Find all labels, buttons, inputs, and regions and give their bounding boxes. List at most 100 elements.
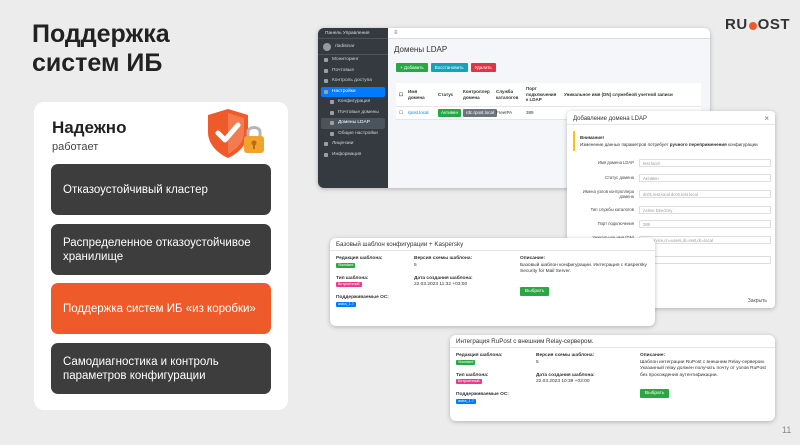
row-checkbox[interactable]: ☐ [396, 110, 405, 116]
sidebar-item-label: Мониторинг [332, 57, 359, 62]
desc-value: Шаблон интеграции RuPost с внешним Relay… [640, 359, 766, 378]
sidebar: Панель Управления rladisinar Мониторинг П… [318, 28, 388, 188]
desc-label: Описание: [520, 256, 546, 261]
sidebar-item[interactable]: Почтовые [318, 66, 388, 77]
cell-controller: rdc.rpost.local [460, 109, 498, 117]
edition-label: Редакция шаблона: [456, 353, 503, 358]
os-badge: astra_1.7 [336, 301, 356, 307]
app-title: Панель Управления [318, 28, 388, 39]
topbar: ≡ [388, 28, 710, 39]
warning-text-b: конфигурации [726, 142, 758, 147]
add-button[interactable]: + Добавить [396, 63, 428, 72]
select-button[interactable]: Выбрать [640, 389, 670, 398]
template-mid-col: Версия схемы шаблона: 5 Дата создания ша… [536, 353, 631, 386]
template-card-kaspersky: Базовый шаблон конфигурации + Kaspersky … [330, 238, 655, 326]
edition-label: Редакция шаблона: [336, 256, 383, 261]
nav-item-icon [324, 68, 328, 73]
slide: Поддержка систем ИБ RU OST Надежно работа… [0, 0, 800, 445]
sidebar-item[interactable]: Почтовые домены [318, 108, 388, 119]
sidebar-item[interactable]: Общие настройки [318, 129, 388, 140]
nav-item-icon [330, 100, 334, 105]
cell-directory-service: FreeIPA [496, 110, 513, 116]
sidebar-item-label: Почтовые домены [338, 109, 379, 115]
os-label: Поддерживаемые ОС: [456, 392, 509, 397]
field-domain-name: Имя домена LDAP test.local [573, 157, 771, 168]
toolbar: + Добавить Восстановить Удалить [396, 63, 710, 72]
port-input[interactable]: 389 [639, 219, 771, 228]
select-all-checkbox[interactable]: ☐ [396, 92, 405, 98]
sidebar-item-label: Конфигурация [338, 99, 371, 104]
cell-domain-name[interactable]: rpost.local [405, 110, 435, 116]
sidebar-item[interactable]: Информация [318, 150, 388, 161]
col-directory-service: Служба каталогов [496, 89, 519, 100]
nav-item-icon [324, 142, 328, 147]
menu-icon[interactable]: ≡ [394, 30, 398, 36]
field-controllers: Имена узлов контроллера домена dc01.test… [573, 188, 771, 199]
select-button[interactable]: Выбрать [520, 287, 550, 296]
created-label: Дата создания шаблона: [536, 372, 595, 378]
type-badge: Встроенный [456, 379, 482, 384]
delete-button[interactable]: Удалить [470, 63, 496, 72]
edition-badge: Standard [456, 359, 476, 365]
type-badge: Встроенный [336, 282, 362, 287]
sidebar-item[interactable]: Конфигурация [318, 97, 388, 108]
feature-self-diagnostics: Самодиагностика и контроль параметров ко… [51, 343, 271, 394]
logo-right: OST [757, 16, 791, 33]
sidebar-item-label: Настройки [332, 88, 356, 94]
desc-value: Базовый шаблон конфигурации. Интеграция … [520, 262, 647, 275]
version-label: Версия схемы шаблона: [414, 256, 473, 261]
sidebar-item[interactable]: Настройки [321, 86, 385, 97]
page-title: Домены LDAP [394, 45, 448, 54]
controller-badge: rdc.rpost.local [463, 109, 498, 117]
close-button[interactable]: Закрыть [748, 298, 767, 304]
card-subtitle: работает [52, 141, 99, 153]
sidebar-item-label: Контроль доступа [332, 78, 372, 83]
restore-button[interactable]: Восстановить [430, 63, 468, 72]
created-label: Дата создания шаблона: [414, 275, 473, 281]
controllers-input[interactable]: dc01.test.local dc02.test.local [639, 189, 771, 198]
created-value: 22.03.2023 11:32 +03:00 [414, 282, 468, 287]
logo-left: RU [725, 16, 748, 33]
feature-cluster: Отказоустойчивый кластер [51, 164, 271, 215]
nav-item-icon [324, 152, 328, 157]
field-label: Статус домена [604, 175, 634, 180]
domain-status-select[interactable]: Активен [639, 173, 771, 182]
feature-storage: Распределенное отказоустойчивое хранилищ… [51, 224, 271, 275]
template-title: Базовый шаблон конфигурации + Kaspersky [330, 238, 655, 251]
os-label: Поддерживаемые ОС: [336, 295, 389, 300]
sidebar-item-label: Почтовые [332, 67, 354, 73]
sidebar-item-label: Информация [332, 151, 362, 157]
field-label: Порт подключения [597, 221, 634, 226]
col-domain-name: Имя домена [408, 89, 425, 100]
created-value: 22.03.2023 10:39 +03:00 [536, 379, 590, 384]
sidebar-item[interactable]: Контроль доступа [318, 76, 388, 87]
nav-item-icon [324, 89, 328, 94]
version-label: Версия схемы шаблона: [536, 353, 595, 358]
user-block[interactable]: rladisinar [318, 39, 388, 55]
card-title: Надежно [52, 118, 127, 137]
service-dn-input[interactable]: cn=service,cn=users,dc=test,dc=local [639, 235, 771, 244]
close-icon[interactable]: × [764, 114, 769, 123]
domain-name-input[interactable]: test.local [639, 158, 771, 167]
page-number: 11 [782, 425, 792, 435]
password-input[interactable] [639, 255, 771, 264]
type-label: Тип шаблона: [336, 275, 369, 281]
cell-ldap-port: 389 [526, 110, 534, 116]
nav-item-icon [330, 121, 334, 126]
field-label: Тип службы каталогов [590, 207, 634, 212]
user-name: rladisinar [335, 44, 355, 49]
template-right-col: Описание: Базовый шаблон конфигурации. И… [520, 256, 648, 276]
template-title: Интеграция RuPost с внешним Relay-сервер… [450, 335, 775, 348]
template-right-col: Описание: Шаблон интеграции RuPost с вне… [640, 353, 768, 379]
warning-text-a: Изменение данных параметров потребует [580, 142, 670, 147]
field-port: Порт подключения 389 [573, 218, 771, 229]
directory-type-select[interactable]: Active Directory [639, 205, 771, 214]
table-header: ☐ Имя домена Статус Контроллер домена Сл… [396, 83, 701, 107]
status-badge: Активен [438, 109, 461, 117]
col-service-dn: Уникальное имя (DN) служебной учетной за… [564, 91, 673, 97]
sidebar-item[interactable]: Домены LDAP [321, 118, 385, 129]
sidebar-item[interactable]: Лицензии [318, 139, 388, 150]
version-value: 5 [536, 359, 539, 365]
sidebar-item[interactable]: Мониторинг [318, 55, 388, 66]
slide-title-line-1: Поддержка [32, 20, 170, 48]
